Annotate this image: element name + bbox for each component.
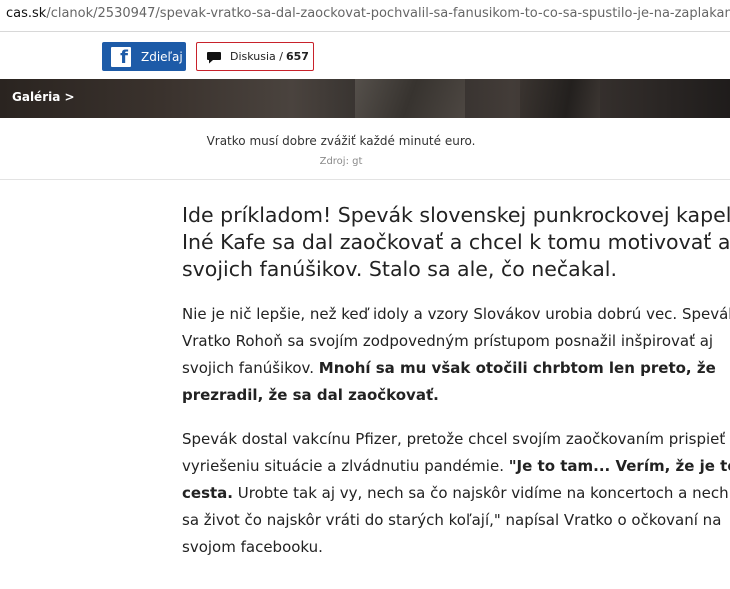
paragraph-line: prezradil, že sa dal zaočkovať. — [182, 382, 730, 409]
photo-detail — [355, 79, 465, 118]
paragraph-line: Vratko Rohoň sa svojím zodpovedným príst… — [182, 332, 714, 350]
discussion-label: Diskusia / — [230, 50, 283, 63]
url-domain: cas.sk — [6, 6, 47, 21]
paragraph-line: cesta. Urobte tak aj vy, nech sa čo najs… — [182, 480, 730, 507]
photo-detail — [520, 79, 600, 118]
paragraph-bold-text: cesta. — [182, 484, 233, 502]
article-paragraph: Nie je nič lepšie, než keď idoly a vzory… — [182, 301, 730, 409]
paragraph-line: Nie je nič lepšie, než keď idoly a vzory… — [182, 305, 730, 323]
gallery-link[interactable]: Galéria > — [12, 90, 75, 104]
lead-line: Ide príkladom! Spevák slovenskej punkroc… — [182, 203, 730, 227]
paragraph-line: sa život čo najskôr vráti do starých koľ… — [182, 511, 722, 529]
paragraph-line: svojich fanúšikov. Mnohí sa mu však otoč… — [182, 355, 730, 382]
share-toolbar: f Zdieľaj Diskusia / 657 — [0, 42, 730, 72]
lead-line: svojich fanúšikov. Stalo sa ale, čo neča… — [182, 257, 618, 281]
discussion-count: 657 — [286, 50, 309, 63]
article-paragraph: Spevák dostal vakcínu Pfizer, pretože ch… — [182, 426, 730, 561]
paragraph-line: vyriešeniu situácie a zlvádnutiu pandémi… — [182, 453, 730, 480]
facebook-share-button[interactable]: f Zdieľaj — [102, 42, 186, 71]
paragraph-text: Urobte tak aj vy, nech sa čo najskôr vid… — [232, 484, 729, 502]
facebook-share-label: Zdieľaj — [141, 49, 183, 64]
photo-gallery-strip[interactable]: Galéria > — [0, 79, 730, 118]
paragraph-bold-text: "Je to tam... Verím, že je to — [508, 457, 730, 475]
url-path: /clanok/2530947/spevak-vratko-sa-dal-zao… — [46, 6, 730, 21]
paragraph-line: Spevák dostal vakcínu Pfizer, pretože ch… — [182, 430, 730, 448]
paragraph-bold-text: Mnohí sa mu však otočili chrbtom len pre… — [318, 359, 716, 377]
article-lead: Ide príkladom! Spevák slovenskej punkroc… — [182, 202, 730, 283]
paragraph-bold-text: prezradil, že sa dal zaočkovať. — [182, 386, 439, 404]
lead-line: Iné Kafe sa dal zaočkovať a chcel k tomu… — [182, 230, 730, 254]
article-body: Ide príkladom! Spevák slovenskej punkroc… — [182, 202, 730, 578]
photo-caption: Vratko musí dobre zvážiť každé minuté eu… — [206, 134, 476, 148]
discussion-button[interactable]: Diskusia / 657 — [196, 42, 314, 71]
photo-source: Zdroj: gt — [319, 156, 363, 167]
photo-caption-area: Vratko musí dobre zvážiť každé minuté eu… — [0, 118, 730, 180]
paragraph-text: vyriešeniu situácie a zlvádnutiu pandémi… — [182, 457, 509, 475]
facebook-icon: f — [111, 46, 131, 67]
paragraph-line: svojom facebooku. — [182, 538, 323, 556]
address-bar[interactable]: cas.sk/clanok/2530947/spevak-vratko-sa-d… — [0, 0, 730, 32]
comment-icon — [207, 51, 221, 63]
paragraph-text: svojich fanúšikov. — [182, 359, 319, 377]
